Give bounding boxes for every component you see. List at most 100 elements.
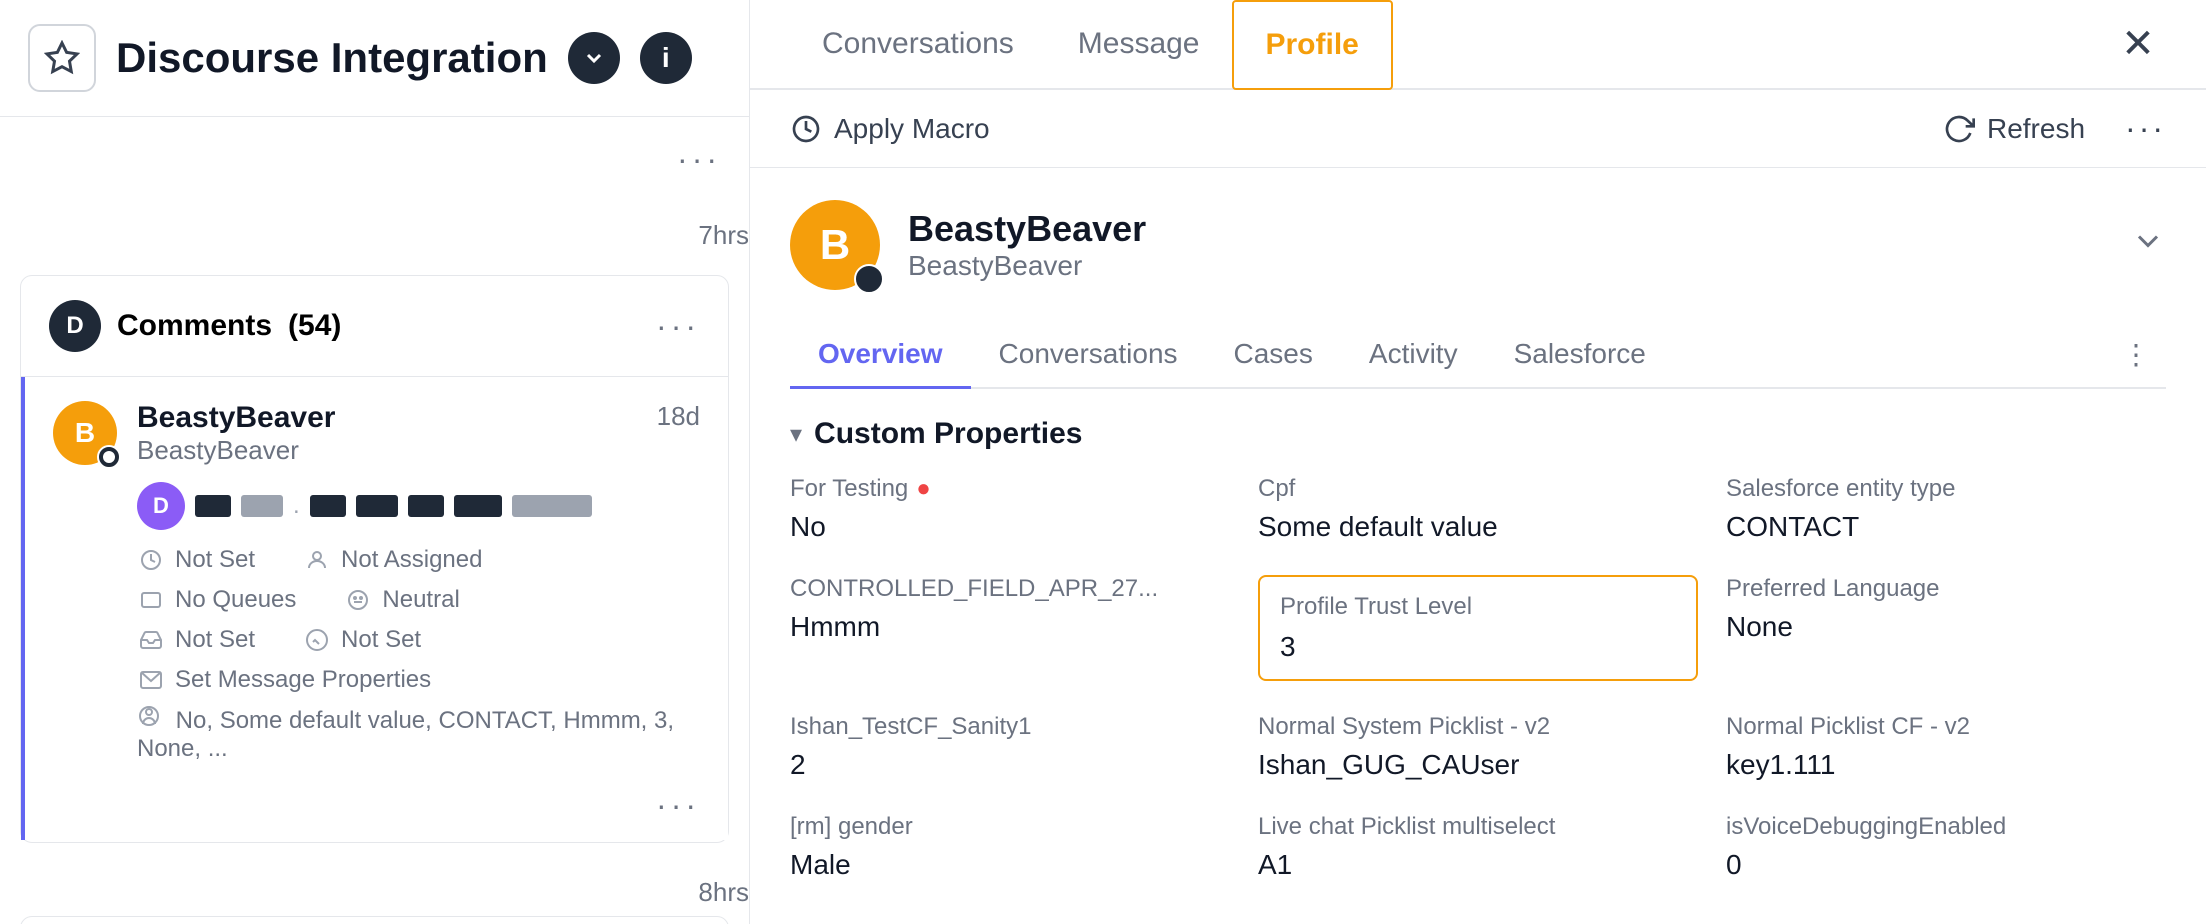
prop-profile-trust-level-value: 3: [1280, 631, 1676, 663]
prop-ishan-sanity-value: 2: [790, 749, 1230, 781]
rocket-icon: [303, 626, 331, 654]
meta-neutral: Neutral: [344, 586, 459, 614]
time-label-1: 7hrs: [0, 202, 749, 259]
prop-voice-debugging-value: 0: [1726, 849, 2166, 881]
macro-icon: [790, 113, 822, 145]
comments-label: Comments: [117, 309, 272, 343]
queue-icon: [137, 586, 165, 614]
clock-icon: [137, 546, 165, 574]
prop-gender: [rm] gender Male: [790, 813, 1230, 881]
conv-footer-1: ···: [25, 787, 728, 840]
msg-block-4: [356, 495, 398, 517]
left-panel: Discourse Integration i ··· 7hrs D Comme…: [0, 0, 750, 924]
info-button[interactable]: i: [640, 32, 692, 84]
custom-properties-header: ▾ Custom Properties: [790, 417, 2166, 451]
prop-live-chat-multiselect: Live chat Picklist multiselect A1: [1258, 813, 1698, 881]
msg-block-1: [195, 495, 231, 517]
prop-controlled-field: CONTROLLED_FIELD_APR_27... Hmmm: [790, 575, 1230, 681]
set-msg-props: Set Message Properties: [137, 666, 700, 694]
meta-not-assigned-1: Not Assigned: [303, 546, 482, 574]
user-avatar: B: [790, 200, 880, 290]
conv-username-1: BeastyBeaver: [137, 401, 637, 435]
refresh-button[interactable]: Refresh: [1943, 113, 2085, 145]
tab-profile[interactable]: Profile: [1232, 0, 1393, 90]
prop-cpf-value: Some default value: [1258, 511, 1698, 543]
right-panel: Conversations Message Profile ✕ Apply Ma…: [750, 0, 2206, 924]
close-button[interactable]: ✕: [2110, 16, 2166, 72]
envelope-icon: [137, 666, 165, 694]
conv-meta-1: Not Set Not Assigned: [137, 546, 700, 763]
time-label-2: 8hrs: [0, 859, 749, 916]
prop-preferred-language-value: None: [1726, 611, 2166, 643]
profile-nav: Overview Conversations Cases Activity Sa…: [790, 322, 2166, 389]
prop-voice-debugging: isVoiceDebuggingEnabled 0: [1726, 813, 2166, 881]
prop-for-testing-value: No: [790, 511, 1230, 543]
meta-row-1: Not Set Not Assigned: [137, 546, 700, 574]
meta-not-set-2: Not Set: [137, 626, 255, 654]
refresh-icon: [1943, 113, 1975, 145]
user-name: BeastyBeaver: [908, 208, 2102, 250]
nav-salesforce[interactable]: Salesforce: [1486, 322, 1674, 389]
right-tabs: Conversations Message Profile ✕: [750, 0, 2206, 90]
star-button[interactable]: [28, 24, 96, 92]
chevron-down-button[interactable]: [568, 32, 620, 84]
user-header: B BeastyBeaver BeastyBeaver: [790, 200, 2166, 290]
nav-overview[interactable]: Overview: [790, 322, 971, 389]
conv-more-button-1[interactable]: ···: [656, 787, 700, 824]
prop-normal-picklist-cf-value: key1.111: [1726, 749, 2166, 781]
prop-ishan-sanity: Ishan_TestCF_Sanity1 2: [790, 713, 1230, 781]
prop-profile-trust-level[interactable]: Profile Trust Level 3: [1258, 575, 1698, 681]
meta-row-2: No Queues Neutral: [137, 586, 700, 614]
avatar-1: B: [53, 401, 117, 465]
expand-button[interactable]: [2130, 223, 2166, 267]
toolbar-more-button[interactable]: ···: [2125, 110, 2166, 147]
prop-gender-value: Male: [790, 849, 1230, 881]
meta-not-set-3: Not Set: [303, 626, 421, 654]
comments-section: D Comments (54) ··· B: [20, 275, 729, 843]
nav-activity[interactable]: Activity: [1341, 322, 1486, 389]
right-toolbar: Apply Macro Refresh ···: [750, 90, 2206, 168]
msg-block-6: [454, 495, 502, 517]
prop-salesforce-entity: Salesforce entity type CONTACT: [1726, 475, 2166, 543]
conversation-item-2-wrapper: B BeastyBeaver BeastyBeaver 18d D . ·: [20, 916, 729, 924]
msg-block-2: [241, 495, 283, 517]
tab-message[interactable]: Message: [1046, 0, 1232, 90]
prop-live-chat-multiselect-value: A1: [1258, 849, 1698, 881]
message-preview-1: D .: [137, 482, 700, 530]
collapse-icon[interactable]: ▾: [790, 420, 802, 449]
sidebar-more-button[interactable]: ···: [677, 141, 721, 178]
comments-header: D Comments (54) ···: [21, 276, 728, 377]
properties-grid: For Testing ● No Cpf Some default value …: [790, 475, 2166, 881]
conversation-item-2[interactable]: B BeastyBeaver BeastyBeaver 18d D . ·: [21, 917, 728, 924]
sidebar-toolbar: ···: [0, 117, 749, 202]
msg-block-3: [310, 495, 346, 517]
conv-handle-1: BeastyBeaver: [137, 435, 637, 466]
nav-cases[interactable]: Cases: [1206, 322, 1341, 389]
avatar-d-1: D: [137, 482, 185, 530]
msg-block-5: [408, 495, 444, 517]
user-handle: BeastyBeaver: [908, 250, 2102, 282]
prop-normal-picklist-cf: Normal Picklist CF - v2 key1.111: [1726, 713, 2166, 781]
conversation-list: 7hrs D Comments (54) ··· B: [0, 202, 749, 924]
meta-row-3: Not Set Not Set: [137, 626, 700, 654]
conversation-item-1[interactable]: B BeastyBeaver BeastyBeaver 18d: [21, 377, 728, 840]
prop-salesforce-entity-value: CONTACT: [1726, 511, 2166, 543]
discourse-icon: D: [49, 300, 101, 352]
app-title: Discourse Integration: [116, 34, 548, 82]
comments-count: (54): [288, 309, 341, 343]
apply-macro-button[interactable]: Apply Macro: [790, 113, 990, 145]
profile-nav-more-button[interactable]: ⋮: [2106, 322, 2166, 387]
tab-conversations[interactable]: Conversations: [790, 0, 1046, 90]
conv-user-info-1: BeastyBeaver BeastyBeaver: [137, 401, 637, 466]
prop-preferred-language: Preferred Language None: [1726, 575, 2166, 681]
user-avatar-badge: [854, 264, 884, 294]
prop-for-testing: For Testing ● No: [790, 475, 1230, 543]
msg-dot: .: [293, 492, 300, 520]
inbox-icon: [137, 626, 165, 654]
msg-block-7: [512, 495, 592, 517]
comments-more-button[interactable]: ···: [656, 308, 700, 345]
user-name-block: BeastyBeaver BeastyBeaver: [908, 208, 2102, 282]
comments-title: D Comments (54): [49, 300, 341, 352]
nav-conversations[interactable]: Conversations: [971, 322, 1206, 389]
prop-normal-picklist-v2: Normal System Picklist - v2 Ishan_GUG_CA…: [1258, 713, 1698, 781]
